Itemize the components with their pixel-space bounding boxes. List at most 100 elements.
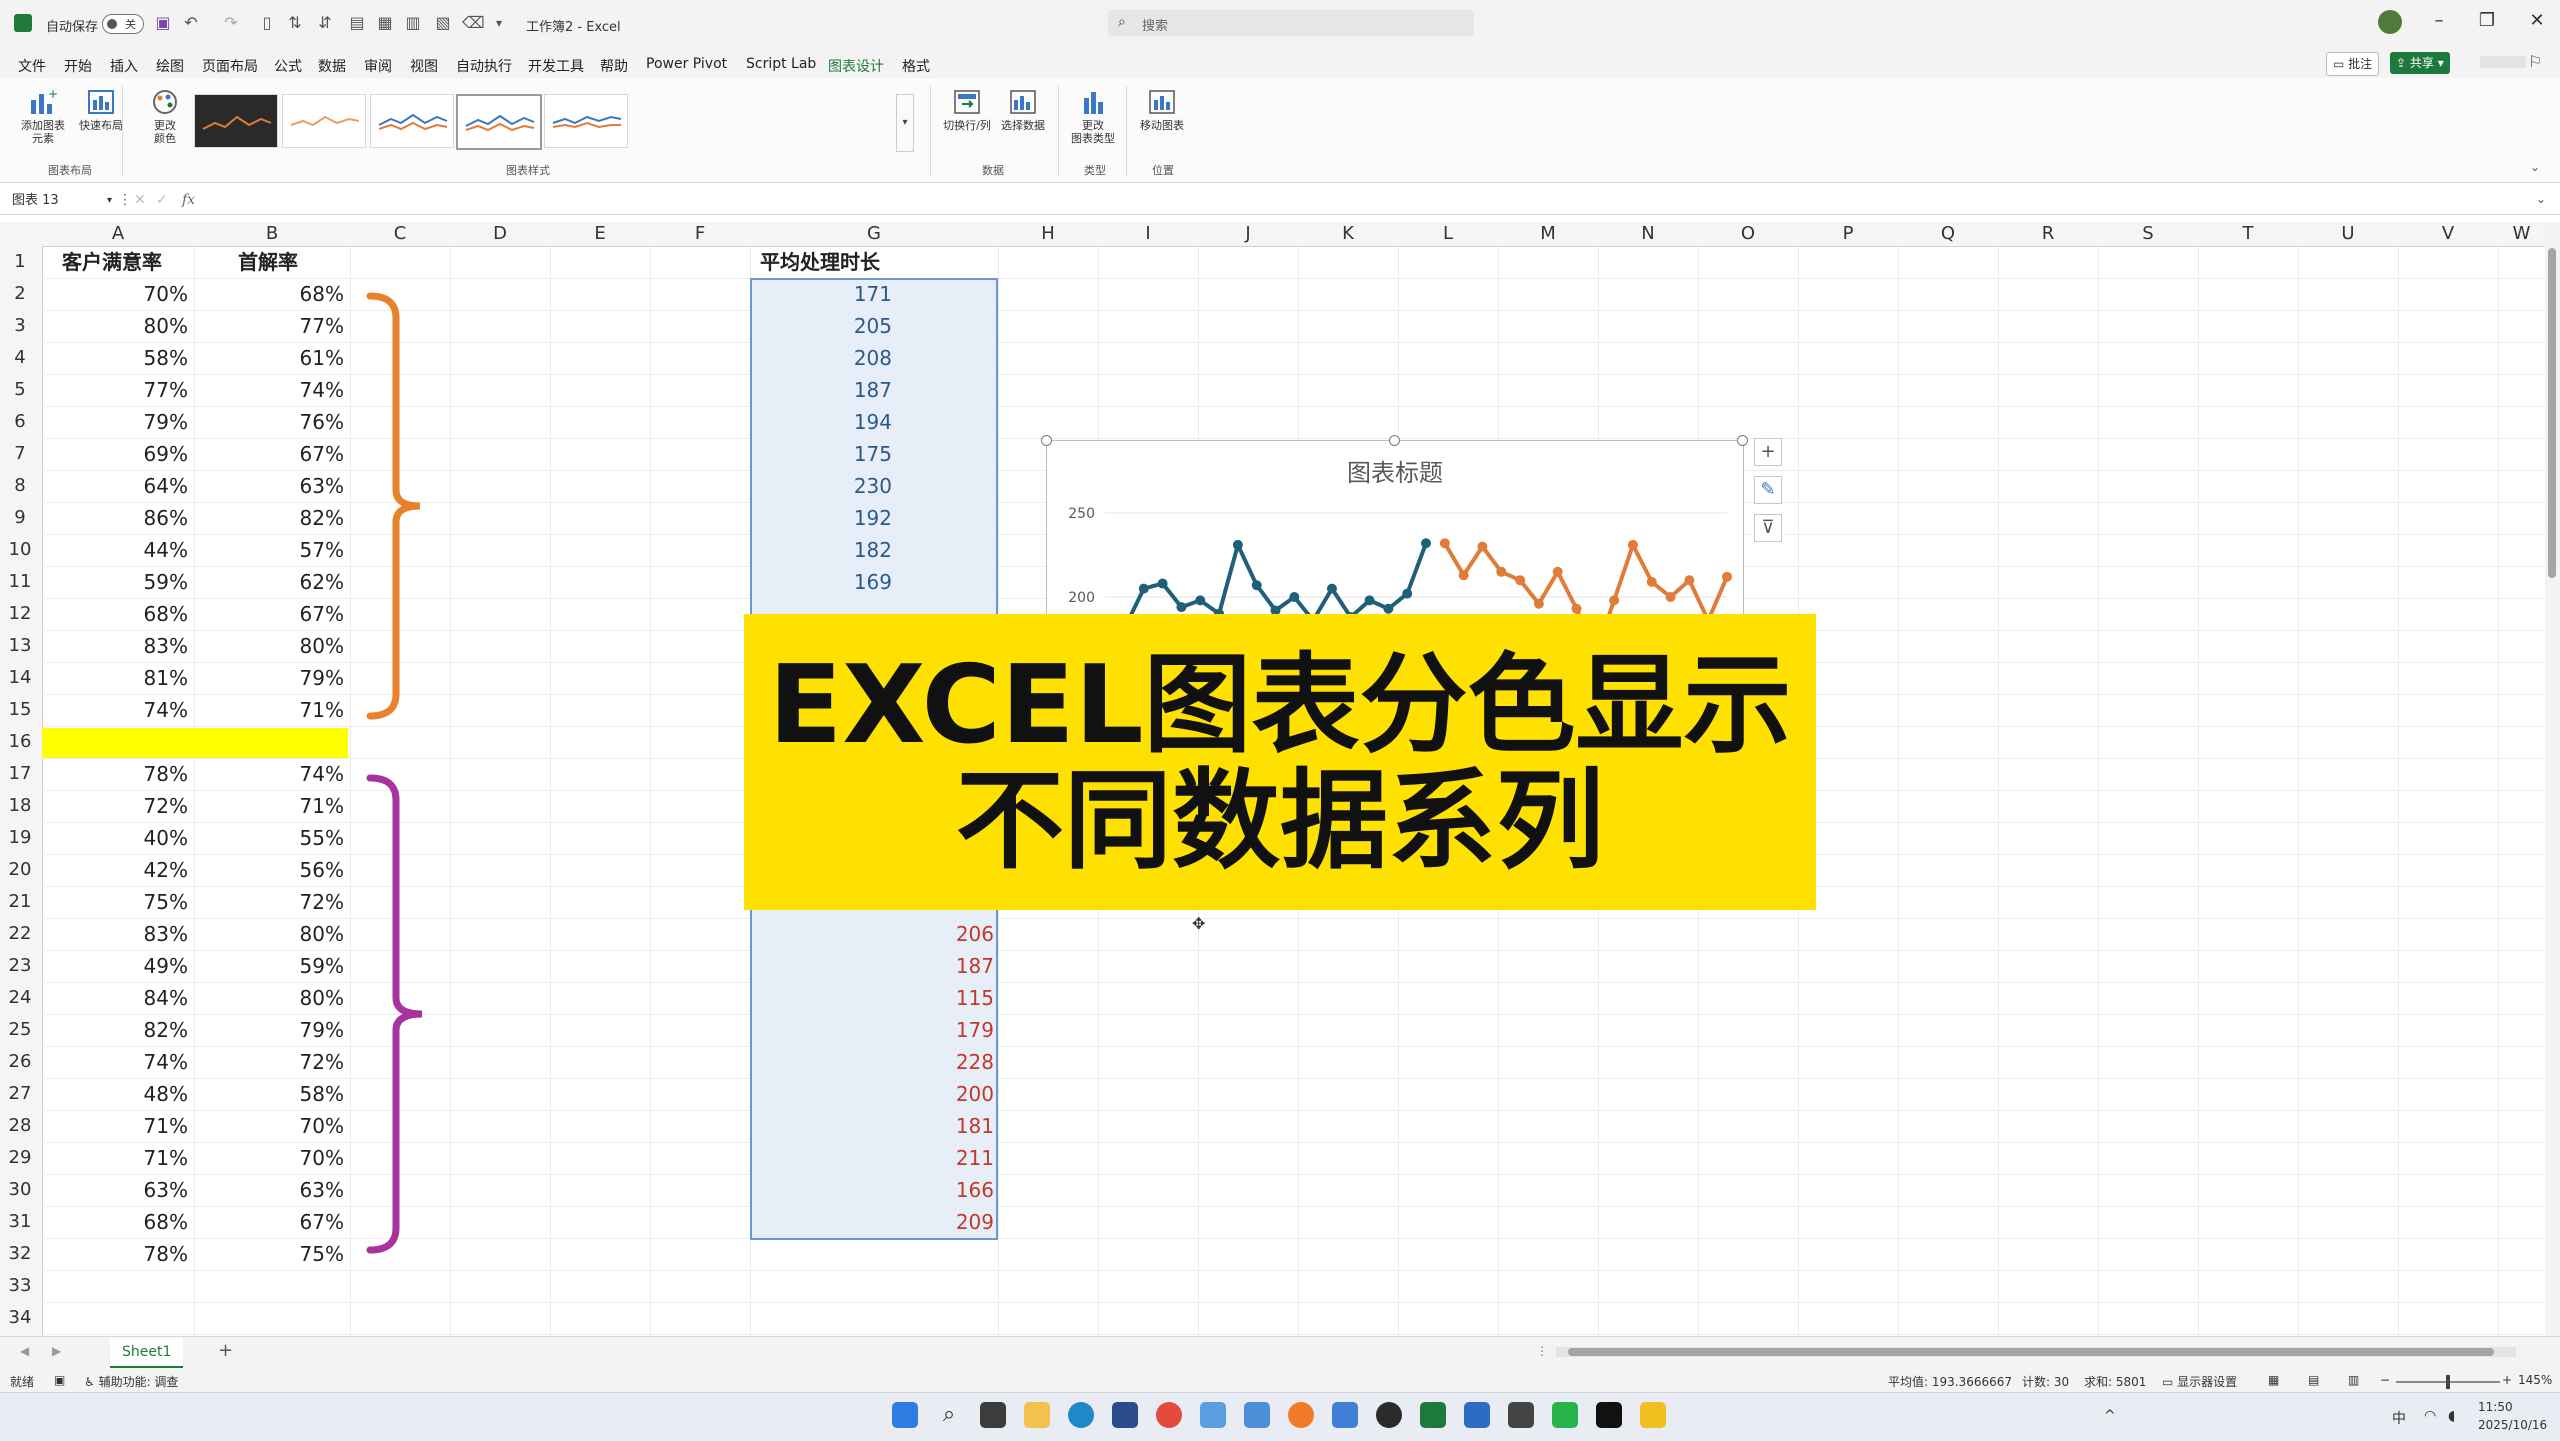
cell-a5[interactable]: 77%	[42, 374, 188, 406]
row-header-28[interactable]: 28	[0, 1110, 40, 1142]
series-1-point[interactable]	[1289, 592, 1300, 602]
row-header-6[interactable]: 6	[0, 406, 40, 438]
series-2-point[interactable]	[1646, 576, 1657, 587]
display-settings[interactable]: ▭ 显示器设置	[2162, 1373, 2237, 1390]
app-icon-1[interactable]	[1200, 1402, 1226, 1428]
series-2-point[interactable]	[1665, 592, 1676, 602]
series-2-point[interactable]	[1571, 603, 1582, 614]
tab-power-pivot[interactable]: Power Pivot	[646, 56, 727, 72]
chart-elements-plus-icon[interactable]: +	[1754, 438, 1782, 466]
cell-b18[interactable]: 71%	[194, 790, 344, 822]
cell-b2[interactable]: 68%	[194, 278, 344, 310]
cell-b20[interactable]: 56%	[194, 854, 344, 886]
column-header-s[interactable]: S	[2098, 222, 2198, 246]
series-1-point[interactable]	[1195, 595, 1206, 606]
excel-taskbar-icon[interactable]	[1420, 1402, 1446, 1428]
cell-b25[interactable]: 79%	[194, 1014, 344, 1046]
clock-time[interactable]: 11:50	[2478, 1400, 2513, 1414]
prev-sheet-icon[interactable]: ◀	[20, 1344, 29, 1358]
store-icon[interactable]	[1112, 1402, 1138, 1428]
cell-a9[interactable]: 86%	[42, 502, 188, 534]
cell-h25[interactable]: 179	[750, 1014, 994, 1046]
series-1-point[interactable]	[1251, 580, 1262, 591]
cell-a17[interactable]: 78%	[42, 758, 188, 790]
add-chart-element-button[interactable]: + 添加图表 元素	[16, 88, 70, 145]
chart-styles-brush-icon[interactable]: ✎	[1754, 476, 1782, 504]
column-header-e[interactable]: E	[550, 222, 650, 246]
column-header-q[interactable]: Q	[1898, 222, 1998, 246]
select-data-button[interactable]: 选择数据	[996, 88, 1050, 132]
volume-icon[interactable]: ◖	[2448, 1408, 2455, 1424]
restore-icon[interactable]: ❐	[2472, 10, 2502, 31]
tab-script-lab[interactable]: Script Lab	[746, 56, 816, 72]
cell-a15[interactable]: 74%	[42, 694, 188, 726]
layout-icon[interactable]: ▧	[434, 14, 452, 32]
eraser-icon[interactable]: ⌫	[462, 14, 485, 32]
resize-handle-top-left[interactable]	[1041, 435, 1052, 446]
zoom-slider-thumb[interactable]	[2446, 1375, 2450, 1389]
resize-handle-top[interactable]	[1389, 435, 1400, 446]
ime-indicator[interactable]: 中	[2392, 1408, 2406, 1428]
comments-button[interactable]: ▭ 批注	[2326, 52, 2380, 76]
cell-a4[interactable]: 58%	[42, 342, 188, 374]
column-header-t[interactable]: T	[2198, 222, 2298, 246]
cell-b26[interactable]: 72%	[194, 1046, 344, 1078]
cell-a8[interactable]: 64%	[42, 470, 188, 502]
series-2-point[interactable]	[1458, 570, 1469, 581]
tab-view[interactable]: 视图	[410, 56, 438, 76]
switch-row-column-button[interactable]: 切换行/列	[940, 88, 994, 132]
cell-h24[interactable]: 115	[750, 982, 994, 1014]
sheet-tab-sheet1[interactable]: Sheet1	[110, 1338, 184, 1368]
start-icon[interactable]	[892, 1402, 918, 1428]
cell-h28[interactable]: 181	[750, 1110, 994, 1142]
cell-h31[interactable]: 209	[750, 1206, 994, 1238]
series-1-point[interactable]	[1402, 588, 1413, 599]
sort-asc-icon[interactable]: ⇅	[286, 14, 304, 32]
cell-g3[interactable]: 205	[750, 310, 892, 342]
row-header-15[interactable]: 15	[0, 694, 40, 726]
chart-title[interactable]: 图表标题	[1347, 459, 1443, 487]
cell-b22[interactable]: 80%	[194, 918, 344, 950]
row-header-1[interactable]: 1	[0, 246, 40, 278]
column-header-j[interactable]: J	[1198, 222, 1298, 246]
quick-layout-button[interactable]: 快速布局	[74, 88, 128, 132]
column-header-g[interactable]: G	[750, 222, 998, 246]
table-icon[interactable]: ▦	[376, 14, 394, 32]
resize-handle-top-right[interactable]	[1737, 435, 1748, 446]
column-header-v[interactable]: V	[2398, 222, 2498, 246]
change-chart-type-button[interactable]: 更改 图表类型	[1066, 88, 1120, 145]
cell-b3[interactable]: 77%	[194, 310, 344, 342]
new-file-icon[interactable]: ▯	[258, 14, 276, 32]
cell-a28[interactable]: 71%	[42, 1110, 188, 1142]
cell-a31[interactable]: 68%	[42, 1206, 188, 1238]
next-sheet-icon[interactable]: ▶	[52, 1344, 61, 1358]
tab-formulas[interactable]: 公式	[274, 56, 302, 76]
move-chart-button[interactable]: 移动图表	[1134, 88, 1190, 132]
feedback-icon[interactable]: ⚐	[2528, 52, 2542, 71]
row-header-4[interactable]: 4	[0, 342, 40, 374]
app-icon-2[interactable]	[1244, 1402, 1270, 1428]
series-2-point[interactable]	[1609, 595, 1620, 606]
cell-g10[interactable]: 182	[750, 534, 892, 566]
tab-insert[interactable]: 插入	[110, 56, 138, 76]
cell-a12[interactable]: 68%	[42, 598, 188, 630]
row-header-14[interactable]: 14	[0, 662, 40, 694]
cell-b24[interactable]: 80%	[194, 982, 344, 1014]
close-icon[interactable]: ✕	[2522, 10, 2552, 31]
series-2-point[interactable]	[1496, 566, 1507, 577]
column-header-i[interactable]: I	[1098, 222, 1198, 246]
redo-icon[interactable]: ↷	[222, 14, 240, 32]
cell-g2[interactable]: 171	[750, 278, 892, 310]
split-handle-icon[interactable]: ⋮	[1536, 1344, 1548, 1358]
column-header-r[interactable]: R	[1998, 222, 2098, 246]
row-header-30[interactable]: 30	[0, 1174, 40, 1206]
row-header-23[interactable]: 23	[0, 950, 40, 982]
row-header-12[interactable]: 12	[0, 598, 40, 630]
row-header-11[interactable]: 11	[0, 566, 40, 598]
app-icon-7[interactable]	[1640, 1402, 1666, 1428]
cell-g5[interactable]: 187	[750, 374, 892, 406]
tab-automate[interactable]: 自动执行	[456, 56, 512, 76]
vertical-scrollbar[interactable]	[2545, 222, 2560, 1336]
series-1-point[interactable]	[1176, 602, 1187, 613]
series-2-point[interactable]	[1533, 598, 1544, 609]
